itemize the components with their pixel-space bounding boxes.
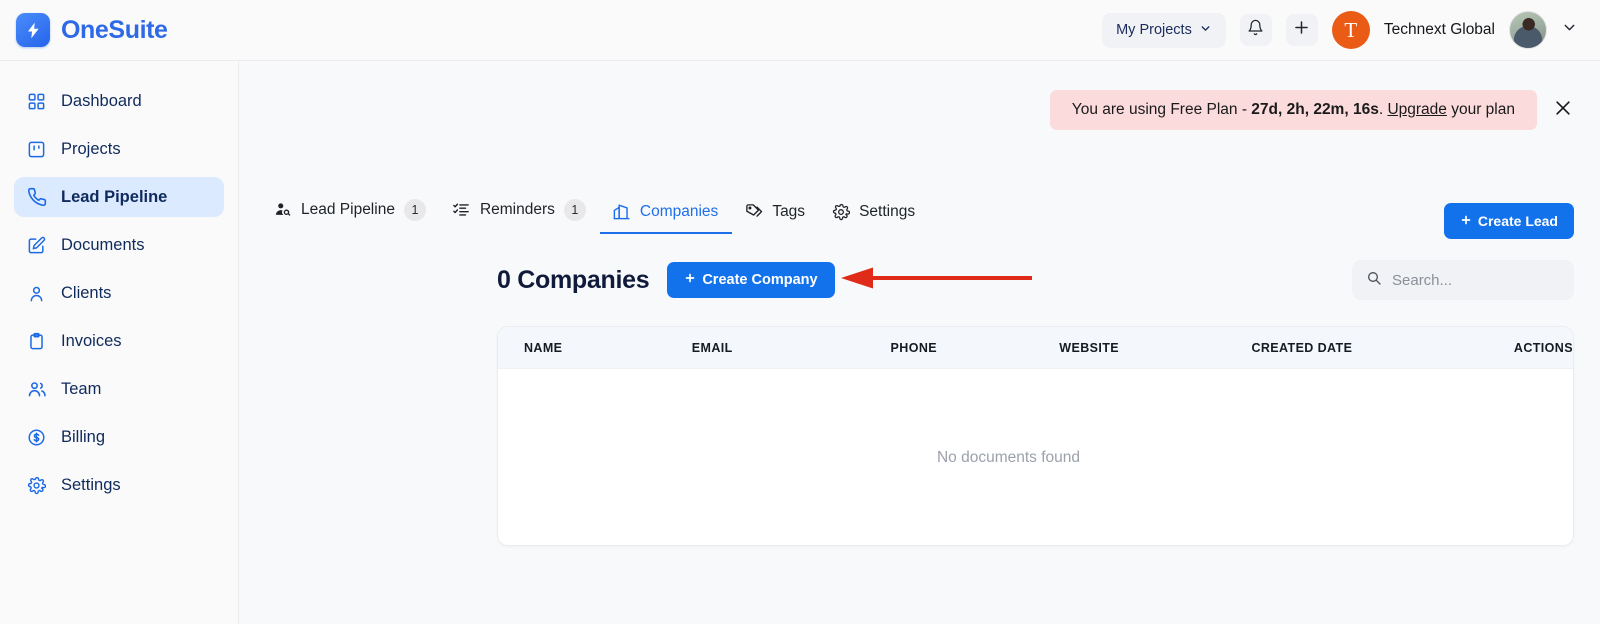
column-header-website: WEBSITE xyxy=(1059,340,1120,355)
plus-icon xyxy=(1292,18,1311,42)
brand-name: OneSuite xyxy=(61,15,168,44)
grid-icon xyxy=(26,91,47,112)
tab-companies[interactable]: Companies xyxy=(599,196,733,234)
org-avatar[interactable]: T xyxy=(1331,11,1370,49)
tab-settings[interactable]: Settings xyxy=(819,196,929,234)
page-title: 0 Companies xyxy=(497,265,650,295)
tab-badge: 1 xyxy=(563,199,586,221)
user-menu-chevron-down-icon[interactable] xyxy=(1561,19,1578,41)
sidebar-item-label: Invoices xyxy=(61,331,122,350)
projects-selector-label: My Projects xyxy=(1116,22,1192,38)
sidebar-item-dashboard[interactable]: Dashboard xyxy=(14,81,224,121)
bell-icon xyxy=(1247,19,1264,41)
app-root: OneSuite My Projects T Technext Global D… xyxy=(0,0,1600,624)
sidebar-item-label: Documents xyxy=(61,235,145,254)
banner-text-prefix: You are using Free Plan - xyxy=(1071,101,1252,118)
topbar-actions: My Projects T Technext Global xyxy=(1102,11,1578,49)
kanban-board-icon xyxy=(26,139,47,160)
search-input[interactable] xyxy=(1392,271,1560,289)
lightning-bolt-icon xyxy=(16,13,50,47)
tab-label: Companies xyxy=(639,202,719,220)
notifications-button[interactable] xyxy=(1239,14,1272,46)
sidebar-item-settings[interactable]: Settings xyxy=(14,465,224,505)
tab-label: Settings xyxy=(859,202,916,220)
free-plan-banner: You are using Free Plan - 27d, 2h, 22m, … xyxy=(1049,90,1537,130)
page-title-row: 0 Companies Create Company xyxy=(497,262,835,298)
tab-bar: Lead Pipeline 1 Reminders 1 Companies Ta… xyxy=(261,193,1574,234)
close-icon xyxy=(1553,98,1573,123)
sidebar-item-invoices[interactable]: Invoices xyxy=(14,321,224,361)
top-bar: OneSuite My Projects T Technext Global xyxy=(0,0,1600,61)
tab-tags[interactable]: Tags xyxy=(732,196,819,234)
banner-close-button[interactable] xyxy=(1552,99,1574,121)
tab-label: Lead Pipeline xyxy=(301,201,395,218)
page-entity-label: Companies xyxy=(517,265,650,294)
edit-document-icon xyxy=(26,235,47,256)
sidebar-item-label: Dashboard xyxy=(61,91,142,110)
tab-label: Tags xyxy=(772,202,806,220)
create-company-button[interactable]: Create Company xyxy=(667,262,835,298)
sidebar-item-label: Projects xyxy=(61,139,121,158)
user-icon xyxy=(26,283,47,304)
org-name: Technext Global xyxy=(1383,21,1495,38)
dollar-circle-icon xyxy=(26,427,47,448)
sidebar: Dashboard Projects Lead Pipeline Documen… xyxy=(0,61,239,624)
gear-icon xyxy=(831,202,850,221)
sidebar-item-documents[interactable]: Documents xyxy=(14,225,224,265)
add-button[interactable] xyxy=(1285,14,1318,46)
projects-selector[interactable]: My Projects xyxy=(1102,12,1226,48)
companies-table: NAME EMAIL PHONE WEBSITE CREATED DATE AC… xyxy=(497,326,1574,546)
column-header-name: NAME xyxy=(524,340,563,355)
sidebar-item-label: Settings xyxy=(61,475,121,494)
column-header-email: EMAIL xyxy=(691,340,733,355)
checklist-icon xyxy=(452,201,471,220)
chevron-down-icon xyxy=(1199,22,1212,39)
banner-countdown: 27d, 2h, 22m, 16s xyxy=(1251,101,1379,118)
tabs: Lead Pipeline 1 Reminders 1 Companies Ta… xyxy=(261,193,929,234)
banner-text-suffix: your plan xyxy=(1446,101,1515,118)
sidebar-item-team[interactable]: Team xyxy=(14,369,224,409)
sidebar-item-projects[interactable]: Projects xyxy=(14,129,224,169)
table-header-row: NAME EMAIL PHONE WEBSITE CREATED DATE AC… xyxy=(498,327,1573,369)
plan-banner-row: You are using Free Plan - 27d, 2h, 22m, … xyxy=(1049,90,1574,130)
tab-lead-pipeline[interactable]: Lead Pipeline 1 xyxy=(261,193,440,234)
annotation-arrow-left-icon xyxy=(839,267,1034,294)
tag-icon xyxy=(744,202,763,221)
create-lead-button[interactable]: Create Lead xyxy=(1443,203,1574,239)
sidebar-item-label: Team xyxy=(61,379,102,398)
main-content: You are using Free Plan - 27d, 2h, 22m, … xyxy=(239,61,1600,624)
sidebar-item-lead-pipeline[interactable]: Lead Pipeline xyxy=(14,177,224,217)
search-icon xyxy=(1366,270,1382,291)
building-icon xyxy=(612,202,631,221)
create-lead-label: Create Lead xyxy=(1477,213,1558,229)
tab-label: Reminders xyxy=(479,201,555,218)
column-header-actions: ACTIONS xyxy=(1513,340,1573,355)
upgrade-link[interactable]: Upgrade xyxy=(1387,101,1446,118)
sidebar-item-label: Lead Pipeline xyxy=(61,187,168,206)
column-header-created-date: CREATED DATE xyxy=(1251,340,1353,355)
plus-icon xyxy=(684,272,696,288)
gear-icon xyxy=(26,475,47,496)
brand[interactable]: OneSuite xyxy=(16,13,238,47)
column-header-phone: PHONE xyxy=(890,340,937,355)
users-icon xyxy=(26,379,47,400)
sidebar-item-label: Clients xyxy=(61,283,112,302)
tab-reminders[interactable]: Reminders 1 xyxy=(440,193,600,234)
clipboard-icon xyxy=(26,331,47,352)
plus-icon xyxy=(1460,213,1472,229)
create-company-label: Create Company xyxy=(702,272,818,288)
table-empty-state: No documents found xyxy=(498,369,1573,545)
body: Dashboard Projects Lead Pipeline Documen… xyxy=(0,61,1600,624)
sidebar-item-billing[interactable]: Billing xyxy=(14,417,224,457)
search-box[interactable] xyxy=(1352,260,1574,300)
empty-state-message: No documents found xyxy=(936,448,1081,466)
avatar[interactable] xyxy=(1509,11,1547,49)
phone-icon xyxy=(26,187,47,208)
sidebar-item-clients[interactable]: Clients xyxy=(14,273,224,313)
tab-badge: 1 xyxy=(403,199,426,221)
sidebar-item-label: Billing xyxy=(61,427,106,446)
user-search-icon xyxy=(273,201,292,220)
companies-count: 0 xyxy=(497,265,511,294)
